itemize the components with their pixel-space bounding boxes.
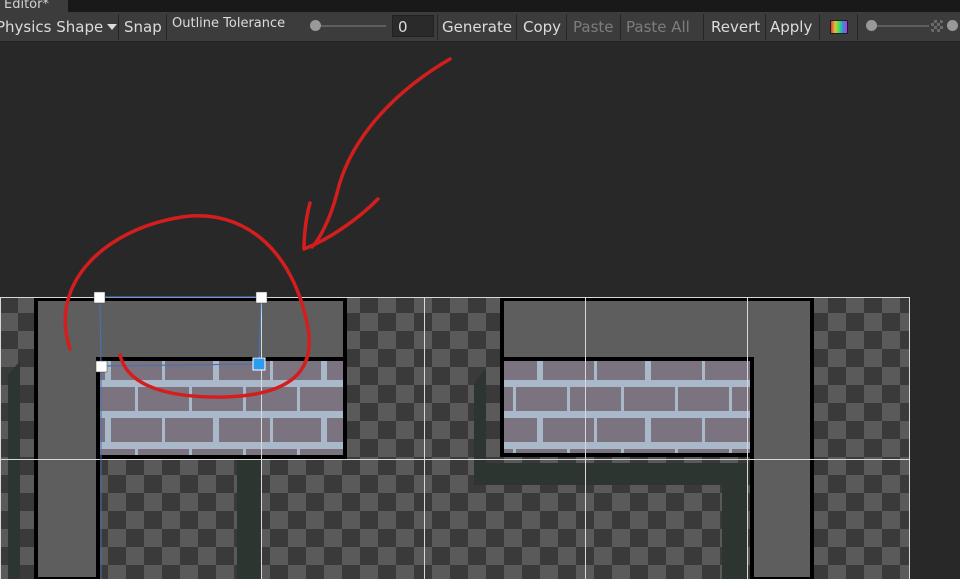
copy-button[interactable]: Copy	[523, 14, 561, 40]
tile-shadow	[474, 463, 750, 485]
generate-button[interactable]: Generate	[442, 14, 512, 40]
toolbar-separator	[118, 14, 119, 40]
tile-shadow	[237, 458, 261, 579]
outline-vertex-handle[interactable]	[255, 291, 268, 304]
color-channels-icon[interactable]	[830, 20, 848, 34]
snap-button[interactable]: Snap	[124, 14, 162, 40]
revert-button[interactable]: Revert	[711, 14, 760, 40]
toolbar-separator	[166, 14, 167, 40]
toolbar-separator	[516, 14, 517, 40]
mip-slider-knob[interactable]	[947, 20, 958, 31]
arrow-annotation	[310, 57, 452, 249]
outline-tolerance-field[interactable]: 0	[392, 15, 434, 37]
tile-shadow	[722, 485, 748, 579]
outline-tolerance-label: Outline Tolerance	[172, 16, 286, 31]
outline-vertex-handle[interactable]	[95, 360, 108, 373]
toolbar-separator	[566, 14, 567, 40]
outline-tolerance-slider-knob[interactable]	[310, 20, 321, 31]
chevron-down-icon	[107, 24, 118, 30]
toolbar-separator	[765, 14, 766, 40]
mode-dropdown[interactable]: Physics Shape	[0, 14, 118, 40]
toolbar-separator	[819, 14, 820, 40]
sprite-canvas[interactable]	[0, 43, 960, 579]
toolbar-separator	[620, 14, 621, 40]
zoom-slider-knob[interactable]	[866, 20, 877, 31]
tile-shadow	[474, 369, 486, 463]
toolbar-separator	[857, 14, 858, 40]
brick-panel-left	[96, 357, 347, 459]
sprite-editor-toolbar: Physics Shape Snap Outline Tolerance 0 G…	[0, 12, 960, 42]
editor-tab[interactable]: Editor*	[0, 0, 68, 12]
sprite-texture	[0, 297, 910, 579]
apply-button[interactable]: Apply	[770, 14, 812, 40]
outline-tolerance-slider-track[interactable]	[312, 25, 386, 27]
outline-vertex-handle[interactable]	[93, 291, 106, 304]
toolbar-separator	[437, 14, 438, 40]
tile-shadow	[8, 361, 20, 579]
paste-all-button[interactable]: Paste All	[626, 14, 690, 40]
paste-button[interactable]: Paste	[573, 14, 614, 40]
alpha-toggle-icon[interactable]	[931, 20, 943, 32]
brick-panel-right	[500, 357, 754, 457]
toolbar-separator	[703, 14, 704, 40]
window-tab-bar: Editor*	[0, 0, 960, 12]
sprite-canvas-svg[interactable]	[0, 43, 960, 579]
mode-dropdown-label: Physics Shape	[0, 18, 104, 36]
selected-vertex-handle[interactable]	[252, 357, 266, 371]
